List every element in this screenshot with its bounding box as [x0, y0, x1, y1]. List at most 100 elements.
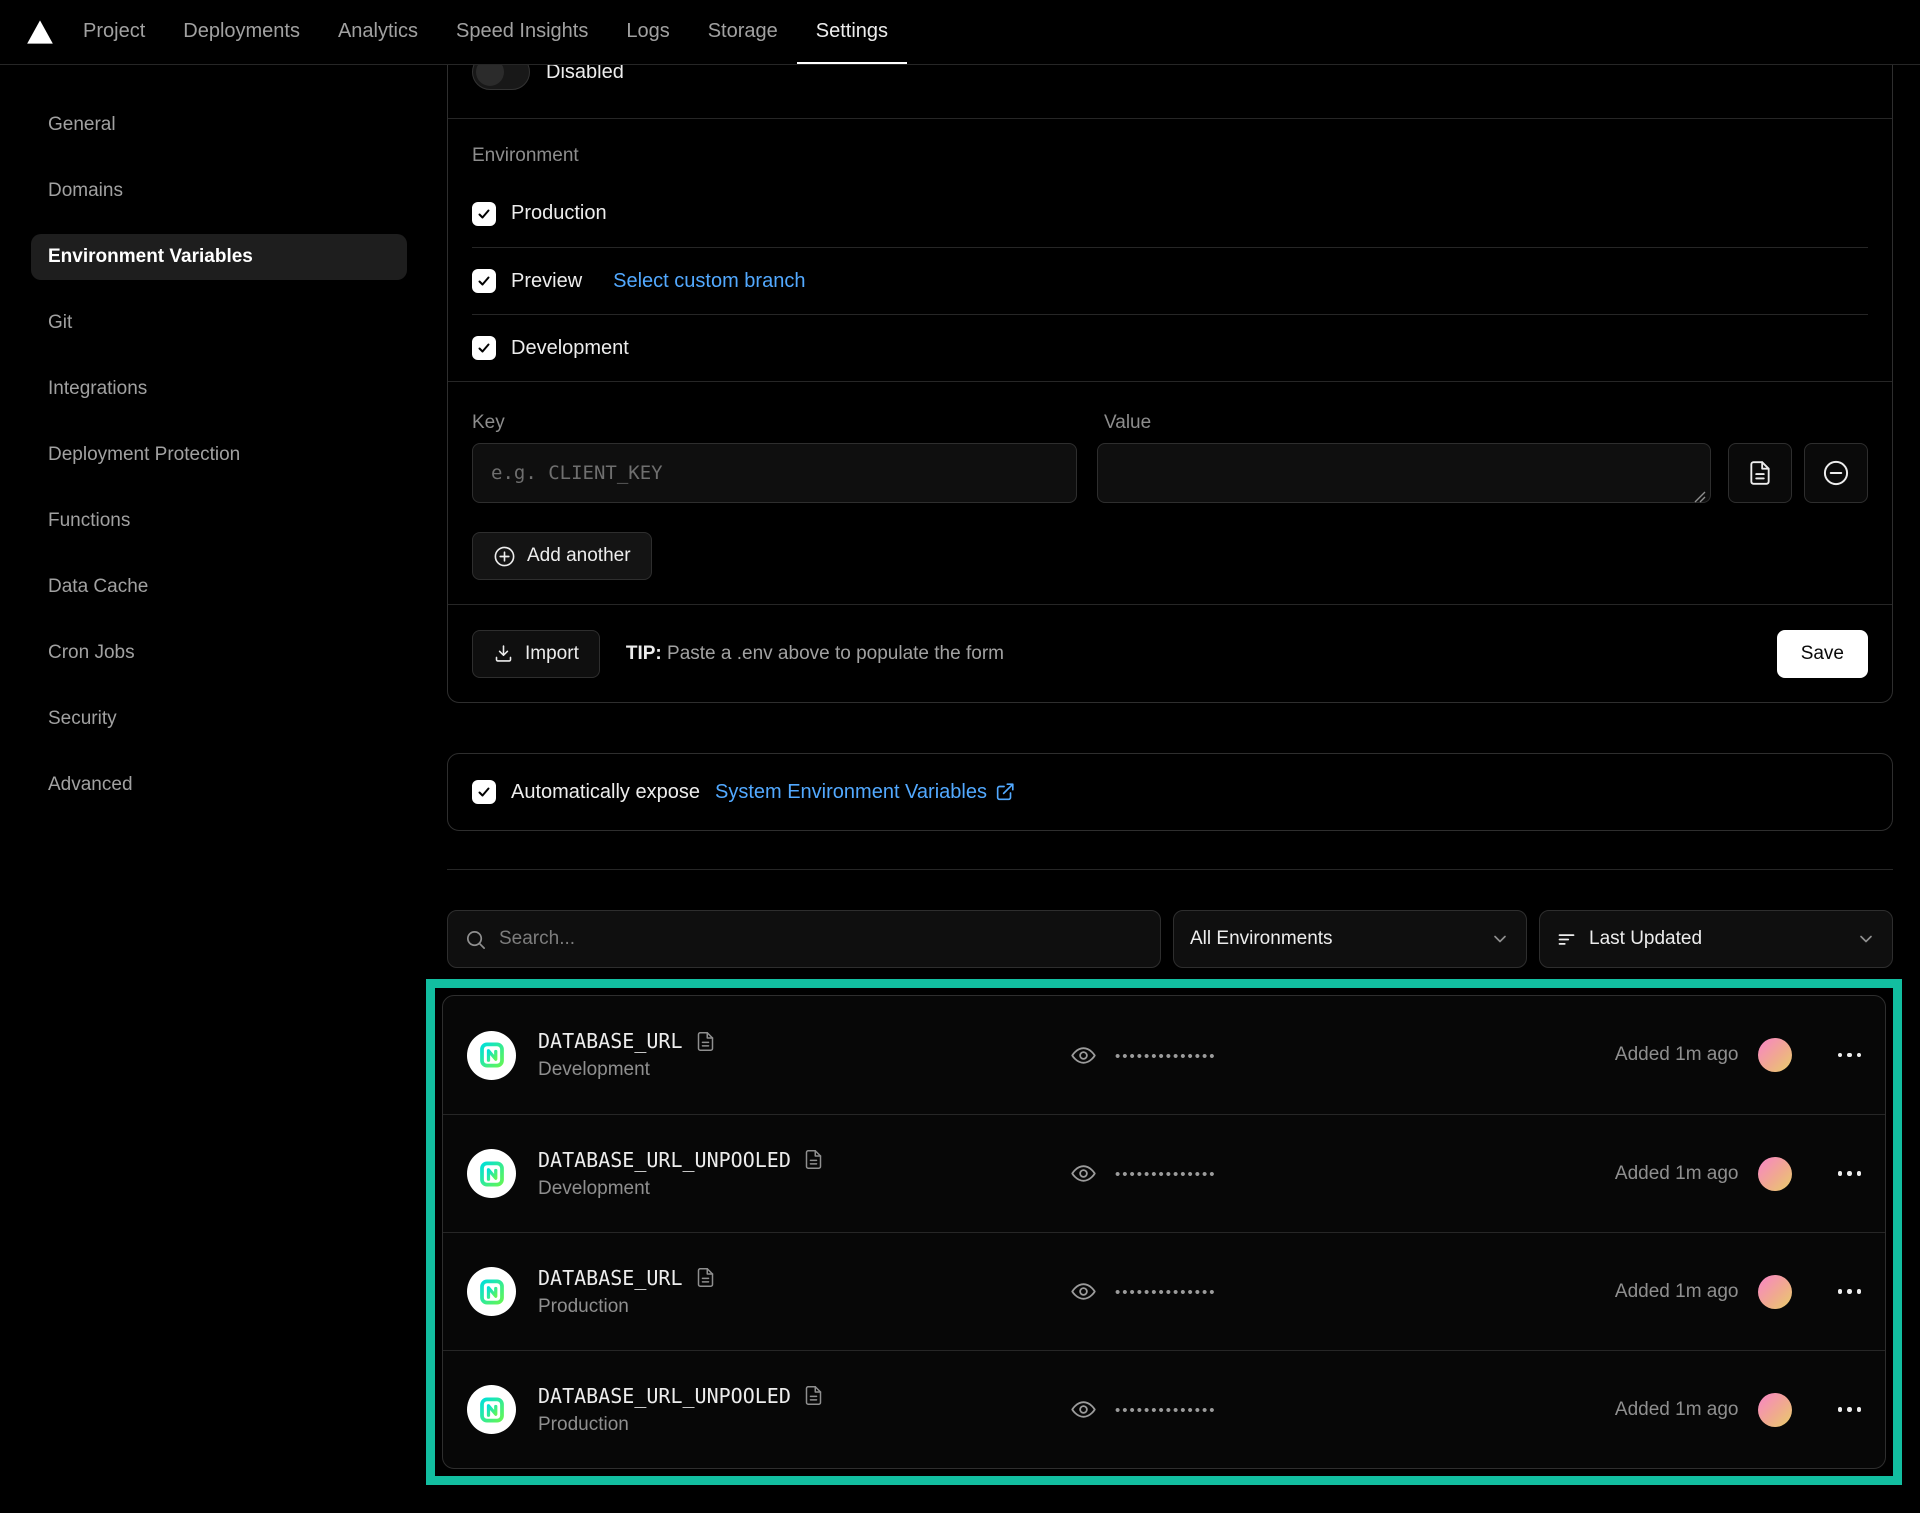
chevron-down-icon: [1856, 929, 1876, 949]
neon-integration-icon: [467, 1385, 516, 1434]
environment-filter-select[interactable]: All Environments: [1173, 910, 1527, 968]
editor-footer: Import TIP: Paste a .env above to popula…: [448, 605, 1892, 702]
checkbox-checked[interactable]: [472, 336, 496, 360]
search-icon: [464, 928, 487, 951]
sidebar-item[interactable]: Domains: [31, 168, 407, 214]
masked-value: ••••••••••••••: [1115, 1164, 1217, 1183]
user-avatar: [1758, 1038, 1792, 1072]
nav-item[interactable]: Settings: [797, 0, 907, 64]
sidebar-item[interactable]: Advanced: [31, 762, 407, 808]
checkbox-checked[interactable]: [472, 269, 496, 293]
note-icon: [803, 1385, 824, 1406]
env-var-name: DATABASE_URL: [538, 1029, 683, 1053]
sidebar-item[interactable]: Data Cache: [31, 564, 407, 610]
nav-item[interactable]: Project: [64, 0, 164, 64]
nav-item[interactable]: Analytics: [319, 0, 437, 64]
sidebar-item[interactable]: Functions: [31, 498, 407, 544]
env-var-name: DATABASE_URL_UNPOOLED: [538, 1384, 791, 1408]
expose-label: Automatically expose: [511, 781, 700, 804]
user-avatar: [1758, 1393, 1792, 1427]
checkbox-checked[interactable]: [472, 202, 496, 226]
user-avatar: [1758, 1275, 1792, 1309]
sidebar-item[interactable]: Git: [31, 300, 407, 346]
sort-lines-icon: [1556, 929, 1577, 950]
environment-checkbox-row: Development: [472, 314, 1868, 381]
added-timestamp: Added 1m ago: [1615, 1281, 1739, 1303]
system-env-variables-link[interactable]: System Environment Variables: [715, 781, 1016, 804]
added-timestamp: Added 1m ago: [1615, 1163, 1739, 1185]
neon-integration-icon: [467, 1149, 516, 1198]
env-variable-editor-card: Disabled Environment Production: [447, 25, 1893, 703]
env-var-environment: Development: [538, 1059, 716, 1081]
nav-item[interactable]: Deployments: [164, 0, 319, 64]
sort-select[interactable]: Last Updated: [1539, 910, 1893, 968]
sidebar-item[interactable]: Cron Jobs: [31, 630, 407, 676]
neon-integration-icon: [467, 1031, 516, 1080]
row-menu-button[interactable]: [1838, 1407, 1862, 1412]
nav-item[interactable]: Speed Insights: [437, 0, 607, 64]
resize-handle[interactable]: [1694, 491, 1706, 503]
download-icon: [493, 643, 514, 664]
select-custom-branch-link[interactable]: Select custom branch: [613, 270, 805, 293]
env-var-environment: Development: [538, 1178, 824, 1200]
chevron-down-icon: [1490, 929, 1510, 949]
import-button[interactable]: Import: [472, 630, 600, 678]
environment-checkbox-row: Preview Select custom branch: [472, 247, 1868, 314]
settings-sidebar: General Domains Environment Variables Gi…: [0, 65, 407, 1485]
note-icon: [695, 1031, 716, 1052]
environment-checkbox-row: Production: [472, 180, 1868, 247]
key-input[interactable]: [472, 443, 1077, 503]
environment-section: Environment Production Preview Select cu…: [448, 145, 1892, 381]
vercel-logo-icon: [26, 0, 54, 64]
env-var-list: DATABASE_URL Development ••••••••••••••: [442, 995, 1886, 1469]
divider: [447, 869, 1893, 870]
add-another-button[interactable]: Add another: [472, 532, 652, 580]
added-timestamp: Added 1m ago: [1615, 1044, 1739, 1066]
env-var-row[interactable]: DATABASE_URL_UNPOOLED Production •••••••…: [443, 1350, 1885, 1468]
import-tip: TIP: Paste a .env above to populate the …: [626, 643, 1004, 665]
sidebar-item[interactable]: Environment Variables: [31, 234, 407, 280]
masked-value: ••••••••••••••: [1115, 1046, 1217, 1065]
value-input[interactable]: [1097, 443, 1711, 503]
env-var-row[interactable]: DATABASE_URL Production ••••••••••••••: [443, 1232, 1885, 1350]
external-link-icon: [994, 781, 1016, 803]
nav-item[interactable]: Storage: [689, 0, 797, 64]
note-icon: [803, 1149, 824, 1170]
sidebar-item[interactable]: Deployment Protection: [31, 432, 407, 478]
eye-icon[interactable]: [1070, 1042, 1097, 1069]
search-box: [447, 910, 1161, 968]
paste-env-button[interactable]: [1728, 443, 1792, 503]
plus-circle-icon: [493, 545, 516, 568]
filter-row: All Environments Last Updated: [447, 910, 1893, 968]
eye-icon[interactable]: [1070, 1396, 1097, 1423]
added-timestamp: Added 1m ago: [1615, 1399, 1739, 1421]
key-value-section: Key Value: [448, 412, 1892, 604]
masked-value: ••••••••••••••: [1115, 1282, 1217, 1301]
nav-item[interactable]: Logs: [607, 0, 688, 64]
user-avatar: [1758, 1157, 1792, 1191]
value-label: Value: [1104, 412, 1151, 434]
sidebar-item[interactable]: Integrations: [31, 366, 407, 412]
key-label: Key: [472, 412, 1104, 434]
environment-label: Environment: [472, 145, 1868, 167]
env-var-row[interactable]: DATABASE_URL Development ••••••••••••••: [443, 996, 1885, 1114]
env-var-row[interactable]: DATABASE_URL_UNPOOLED Development ••••••…: [443, 1114, 1885, 1232]
remove-row-button[interactable]: [1804, 443, 1868, 503]
row-menu-button[interactable]: [1838, 1289, 1862, 1294]
search-input[interactable]: [499, 928, 1144, 950]
sidebar-item[interactable]: General: [31, 102, 407, 148]
eye-icon[interactable]: [1070, 1160, 1097, 1187]
eye-icon[interactable]: [1070, 1278, 1097, 1305]
annotation-highlight-box: DATABASE_URL Development ••••••••••••••: [426, 979, 1902, 1485]
sidebar-item[interactable]: Security: [31, 696, 407, 742]
env-var-environment: Production: [538, 1296, 716, 1318]
save-button[interactable]: Save: [1777, 630, 1868, 678]
env-var-name: DATABASE_URL_UNPOOLED: [538, 1148, 791, 1172]
row-menu-button[interactable]: [1838, 1171, 1862, 1176]
env-var-environment: Production: [538, 1414, 824, 1436]
masked-value: ••••••••••••••: [1115, 1400, 1217, 1419]
env-variables-main: Disabled Environment Production: [447, 65, 1893, 1485]
row-menu-button[interactable]: [1838, 1053, 1862, 1058]
neon-integration-icon: [467, 1267, 516, 1316]
expose-checkbox-checked[interactable]: [472, 780, 496, 804]
